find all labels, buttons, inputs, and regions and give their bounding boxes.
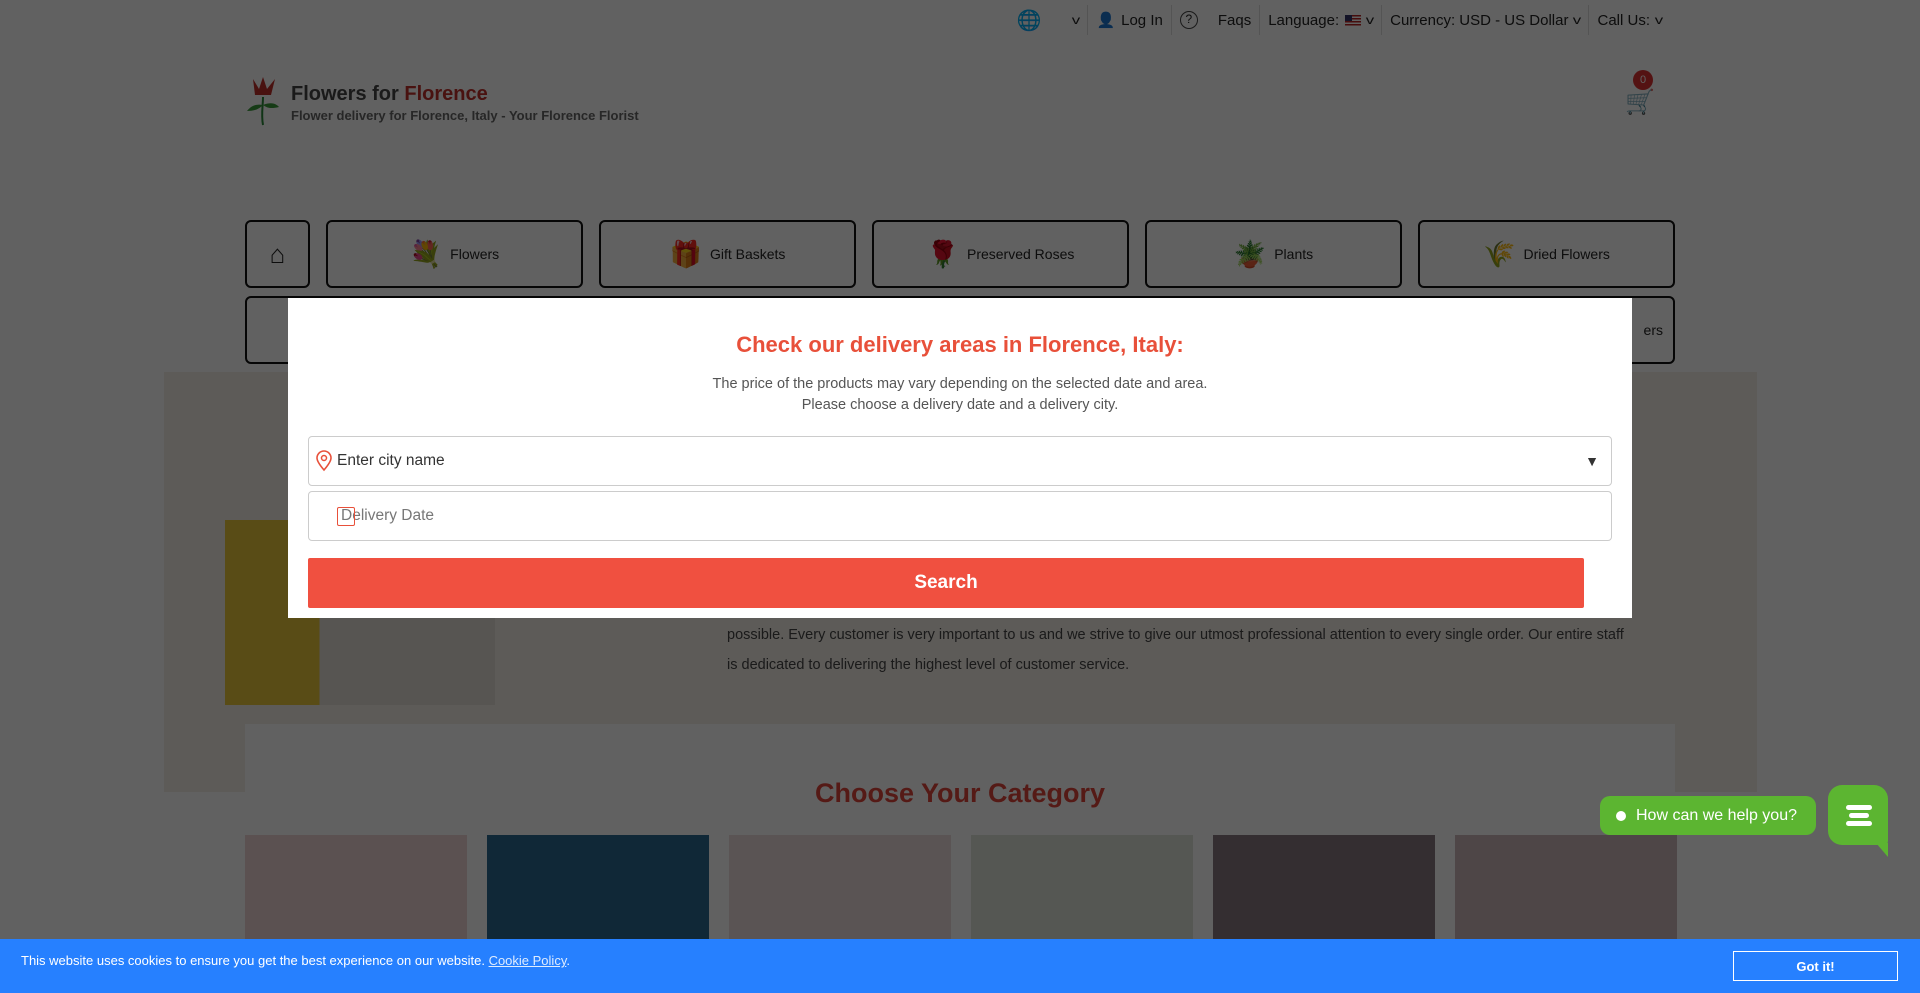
nav-preserved-roses[interactable]: 🌹 Preserved Roses	[872, 220, 1129, 288]
top-bar: 🌐 v 👤 Log In ? Faqs Language: v Currency: US…	[0, 0, 1920, 40]
dropdown-arrow-icon: ▼	[1585, 453, 1599, 469]
city-select[interactable]: Enter city name ▼	[308, 436, 1612, 486]
currency-selector[interactable]: Currency: USD - US Dollar v	[1381, 5, 1588, 35]
cart-count-badge: 0	[1633, 70, 1653, 90]
site-logo[interactable]: Flowers for Florence Flower delivery for …	[245, 75, 639, 130]
rose-dome-icon: 🌹	[926, 238, 959, 269]
nav-flowers[interactable]: 💐 Flowers	[326, 220, 583, 288]
dried-flowers-icon: 🌾	[1483, 238, 1516, 269]
location-pin-icon	[316, 450, 332, 472]
modal-title: Check our delivery areas in Florence, It…	[736, 332, 1184, 357]
chat-icon-line	[1849, 813, 1869, 818]
nav-plants[interactable]: 🪴 Plants	[1145, 220, 1402, 288]
bouquet-icon: 💐	[409, 238, 443, 269]
accept-cookies-button[interactable]: Got it!	[1733, 951, 1898, 981]
chevron-down-icon: v	[1573, 13, 1582, 27]
chevron-down-icon: v	[1365, 13, 1375, 27]
help-icon: ?	[1179, 11, 1198, 29]
nav-home[interactable]: ⌂	[245, 220, 310, 288]
language-selector[interactable]: Language: v	[1259, 5, 1381, 35]
chevron-down-icon: v	[1654, 13, 1664, 27]
delivery-date-input[interactable]: Delivery Date	[308, 491, 1612, 541]
about-text: possible. Every customer is very importa…	[727, 627, 1624, 673]
login-link[interactable]: 👤 Log In	[1087, 5, 1170, 35]
faqs-link[interactable]: ? Faqs	[1170, 5, 1259, 35]
chat-button[interactable]	[1828, 785, 1888, 857]
us-flag-icon	[1345, 14, 1362, 26]
calendar-icon	[337, 506, 355, 526]
status-dot-icon	[1616, 810, 1626, 821]
nav-gift-baskets[interactable]: 🎁 Gift Baskets	[599, 220, 856, 288]
plant-icon: 🪴	[1233, 238, 1267, 269]
cart-button[interactable]: 🛒 0	[1625, 70, 1655, 116]
cookie-policy-link[interactable]: Cookie Policy	[489, 953, 567, 968]
call-us-selector[interactable]: Call Us: v	[1588, 5, 1670, 35]
chat-icon	[1846, 805, 1872, 810]
chevron-down-icon: v	[1072, 13, 1081, 27]
globe-icon: 🌐	[1016, 9, 1042, 32]
chat-prompt[interactable]: How can we help you?	[1600, 796, 1816, 835]
chat-icon-line	[1846, 821, 1872, 826]
home-icon: ⌂	[269, 238, 286, 269]
cookie-banner: This website uses cookies to ensure you …	[0, 939, 1920, 993]
rose-logo-icon	[247, 77, 279, 126]
user-icon: 👤	[1096, 12, 1116, 29]
delivery-area-modal: Check our delivery areas in Florence, It…	[288, 298, 1632, 618]
gift-icon: 🎁	[669, 238, 702, 269]
modal-description: The price of the products may vary depen…	[712, 376, 1208, 413]
cart-icon: 🛒	[1625, 89, 1655, 116]
nav-dried-flowers[interactable]: 🌾 Dried Flowers	[1418, 220, 1675, 288]
region-selector[interactable]: 🌐 v	[1009, 5, 1088, 35]
search-button[interactable]: Search	[308, 558, 1584, 608]
